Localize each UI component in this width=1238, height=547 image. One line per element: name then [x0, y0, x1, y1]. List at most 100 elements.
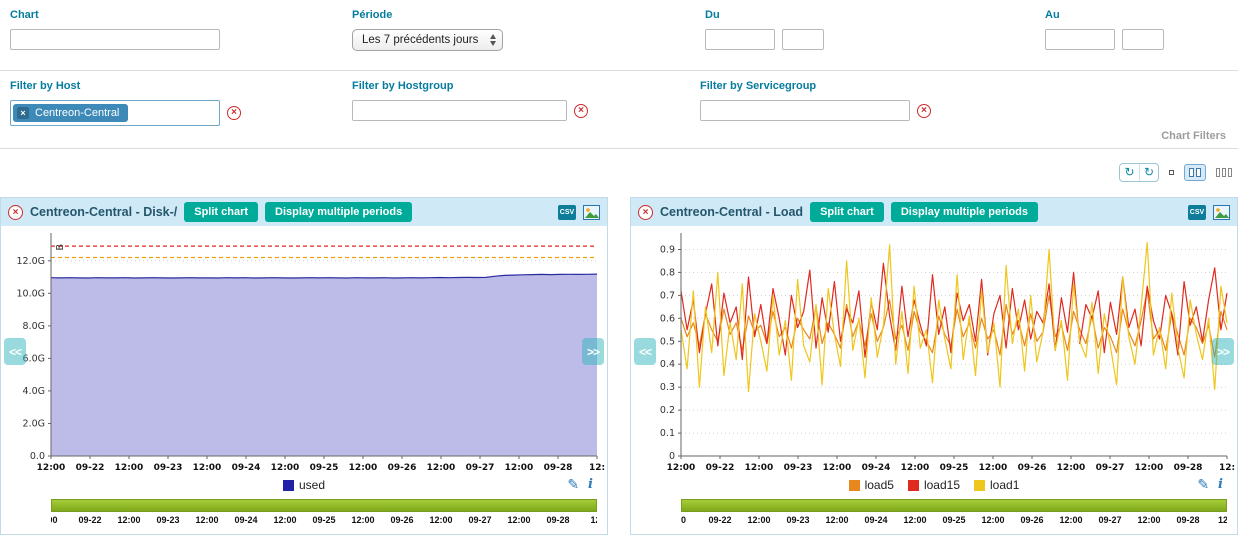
svg-text:09-26: 09-26 — [1018, 463, 1047, 473]
svg-text:0.0: 0.0 — [30, 451, 45, 462]
timeline-label: 09-24 — [234, 515, 257, 525]
scroll-left-button[interactable]: << — [4, 338, 26, 365]
charts-row: × Centreon-Central - Disk-/ Split chart … — [0, 197, 1238, 535]
filter-bar-top: Chart Période Les 7 précédents jours Du … — [0, 0, 1238, 71]
svg-text:09-22: 09-22 — [76, 463, 105, 473]
svg-text:12:00: 12:00 — [901, 463, 930, 473]
au-date-input[interactable] — [1045, 29, 1115, 50]
timeline-label: :00 — [51, 515, 58, 525]
export-csv-icon[interactable]: CSV — [1188, 205, 1206, 220]
disk-usage-chart: 0.02.0G4.0G6.0G8.0G10.0G12.0G12:0009-221… — [3, 228, 605, 474]
legend-item[interactable]: load1 — [974, 478, 1019, 492]
panel-header: × Centreon-Central - Disk-/ Split chart … — [1, 198, 607, 226]
timeline-bar[interactable] — [681, 499, 1227, 512]
info-icon[interactable]: i — [588, 477, 593, 492]
du-date-input[interactable] — [705, 29, 775, 50]
export-csv-icon[interactable]: CSV — [558, 205, 576, 220]
svg-text:09-28: 09-28 — [1174, 463, 1203, 473]
svg-text:B: B — [55, 244, 66, 251]
timeline-label: 09-22 — [78, 515, 101, 525]
periode-selected-value: Les 7 précédents jours — [362, 34, 478, 46]
du-time-input[interactable] — [782, 29, 824, 50]
timeline-label: 12:00 — [351, 515, 374, 525]
host-filter-label: Filter by Host — [10, 80, 241, 92]
svg-text:12:00: 12:00 — [427, 463, 456, 473]
layout-one-column-button[interactable] — [1169, 170, 1174, 175]
svg-text:12:00: 12:00 — [349, 463, 378, 473]
export-image-icon[interactable] — [1213, 205, 1230, 220]
timeline-label: 09-23 — [156, 515, 179, 525]
clear-host-filter-icon[interactable]: × — [227, 106, 241, 120]
svg-text:12:: 12: — [1219, 463, 1235, 473]
charts-toolbar: ↻ ↻ — [0, 149, 1238, 195]
layout-two-columns-button[interactable] — [1184, 164, 1206, 181]
edit-pencil-icon[interactable]: ✎ — [567, 476, 579, 493]
host-filter-group: Filter by Host × Centreon-Central × — [10, 80, 241, 126]
panel-body: 0.02.0G4.0G6.0G8.0G10.0G12.0G12:0009-221… — [1, 226, 607, 534]
info-icon[interactable]: i — [1218, 477, 1223, 492]
chart-filter-input[interactable] — [10, 29, 220, 50]
svg-text:12:00: 12:00 — [193, 463, 222, 473]
svg-text:0.6: 0.6 — [660, 313, 675, 324]
svg-text:12:00: 12:00 — [1135, 463, 1164, 473]
chart-filters-caption: Chart Filters — [1161, 130, 1226, 142]
periode-select[interactable]: Les 7 précédents jours — [352, 29, 503, 51]
legend-item[interactable]: used — [283, 478, 325, 492]
close-panel-icon[interactable]: × — [8, 205, 23, 220]
clear-servicegroup-filter-icon[interactable]: × — [917, 104, 931, 118]
export-image-icon[interactable] — [583, 205, 600, 220]
legend-item[interactable]: load5 — [849, 478, 894, 492]
layout-three-columns-button[interactable] — [1216, 168, 1232, 177]
svg-text:2.0G: 2.0G — [23, 419, 45, 430]
close-panel-icon[interactable]: × — [638, 205, 653, 220]
timeline-bar[interactable] — [51, 499, 597, 512]
auto-refresh-icon[interactable]: ↻ — [1139, 164, 1158, 181]
periode-filter-group: Période Les 7 précédents jours — [352, 9, 503, 51]
scroll-right-button[interactable]: >> — [1212, 338, 1234, 365]
svg-text:12:: 12: — [589, 463, 605, 473]
scroll-left-button[interactable]: << — [634, 338, 656, 365]
timeline-label: 09-27 — [468, 515, 491, 525]
svg-text:0.4: 0.4 — [660, 359, 675, 370]
timeline-label: 09-25 — [312, 515, 335, 525]
host-tag[interactable]: × Centreon-Central — [13, 104, 128, 122]
edit-pencil-icon[interactable]: ✎ — [1197, 476, 1209, 493]
remove-tag-icon[interactable]: × — [17, 107, 29, 119]
au-label: Au — [1045, 9, 1164, 21]
chart-panel-load: × Centreon-Central - Load Split chart Di… — [630, 197, 1238, 535]
legend-row: load5 load15 load1 ✎ i — [633, 474, 1235, 496]
timeline-label: 09-25 — [942, 515, 965, 525]
svg-text:0.2: 0.2 — [660, 405, 675, 416]
scroll-right-button[interactable]: >> — [582, 338, 604, 365]
timeline-label: 12: — [590, 515, 597, 525]
au-time-input[interactable] — [1122, 29, 1164, 50]
svg-text:0.3: 0.3 — [660, 382, 675, 393]
timeline-label: 09-26 — [1021, 515, 1044, 525]
svg-text:09-25: 09-25 — [310, 463, 339, 473]
svg-text:09-24: 09-24 — [862, 463, 891, 473]
host-filter-input[interactable]: × Centreon-Central — [10, 100, 220, 126]
display-multiple-periods-button[interactable]: Display multiple periods — [265, 202, 412, 222]
du-filter-group: Du — [705, 9, 824, 50]
refresh-icon[interactable]: ↻ — [1120, 164, 1139, 181]
servicegroup-filter-input[interactable] — [700, 100, 910, 121]
svg-text:0.1: 0.1 — [660, 428, 675, 439]
svg-text:12:00: 12:00 — [979, 463, 1008, 473]
timeline-label: 12:00 — [903, 515, 926, 525]
svg-text:09-28: 09-28 — [544, 463, 573, 473]
hostgroup-filter-input[interactable] — [352, 100, 567, 121]
split-chart-button[interactable]: Split chart — [810, 202, 884, 222]
display-multiple-periods-button[interactable]: Display multiple periods — [891, 202, 1038, 222]
svg-text:0.7: 0.7 — [660, 290, 675, 301]
svg-text:12:00: 12:00 — [37, 463, 66, 473]
timeline-label: 12:00 — [273, 515, 296, 525]
split-chart-button[interactable]: Split chart — [184, 202, 258, 222]
select-stepper-icon — [490, 34, 496, 46]
timeline-label: 09-28 — [1176, 515, 1199, 525]
legend-item[interactable]: load15 — [908, 478, 960, 492]
clear-hostgroup-filter-icon[interactable]: × — [574, 104, 588, 118]
svg-text:09-26: 09-26 — [388, 463, 417, 473]
svg-text:09-23: 09-23 — [154, 463, 183, 473]
panel-header: × Centreon-Central - Load Split chart Di… — [631, 198, 1237, 226]
timeline-label: 12:00 — [429, 515, 452, 525]
